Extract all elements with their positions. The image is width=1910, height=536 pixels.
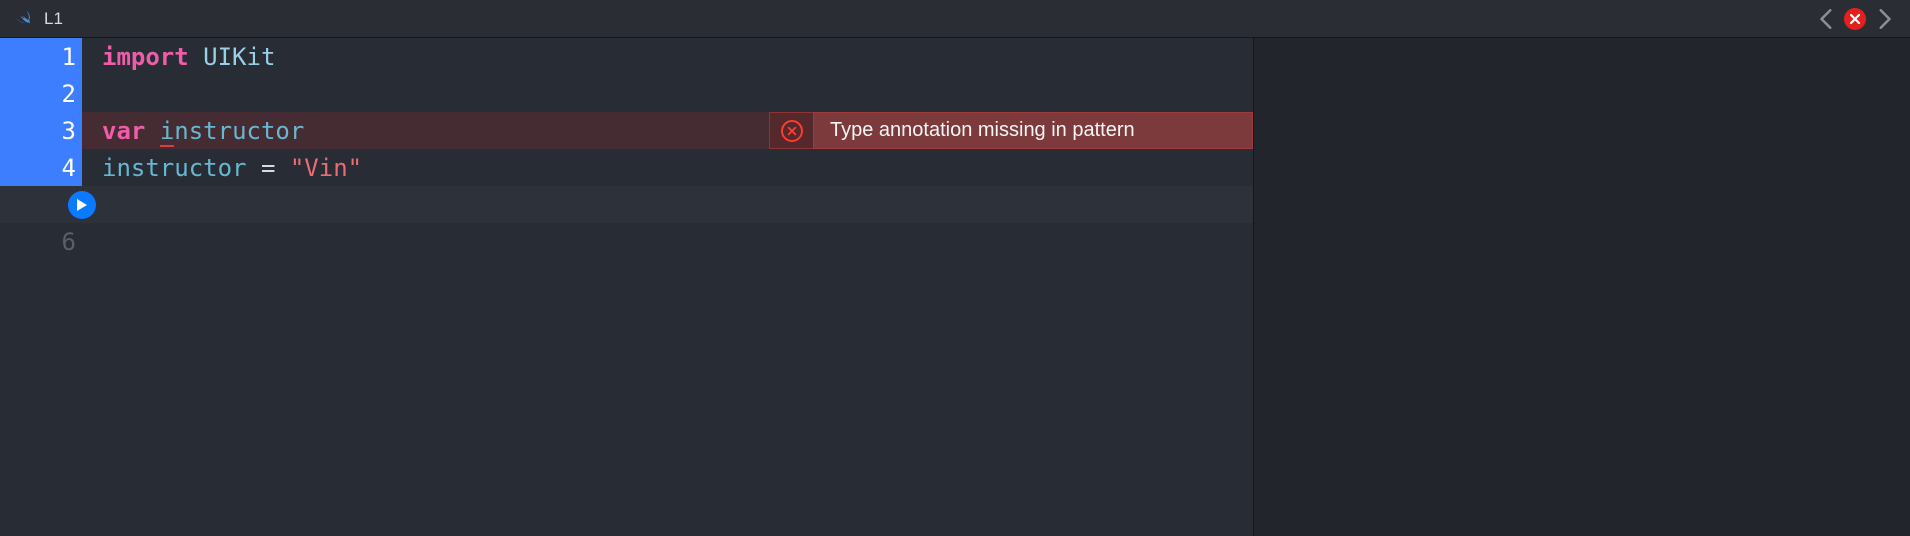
gutter: 1234 6 <box>0 38 82 536</box>
line-number[interactable]: 3 <box>0 112 82 149</box>
code-line[interactable]: import UIKit <box>102 38 1253 75</box>
nav-controls <box>1812 5 1898 33</box>
nav-back-button[interactable] <box>1812 5 1840 33</box>
code-area[interactable]: import UIKitvar instructorinstructor = "… <box>102 38 1253 260</box>
error-circle-icon <box>781 120 803 142</box>
play-icon <box>76 198 88 212</box>
inline-error-message: Type annotation missing in pattern <box>830 119 1135 142</box>
gutter-run-row <box>0 186 82 223</box>
chevron-left-icon <box>1820 9 1833 29</box>
nav-forward-button[interactable] <box>1870 5 1898 33</box>
inline-error-text-box: Type annotation missing in pattern <box>813 112 1253 149</box>
breadcrumb-bar: L1 <box>0 0 1910 38</box>
code-line[interactable] <box>102 75 1253 112</box>
line-number[interactable]: 4 <box>0 149 82 186</box>
code-line[interactable] <box>102 223 1253 260</box>
code-line[interactable] <box>102 186 1253 223</box>
line-number[interactable]: 6 <box>0 223 82 260</box>
inline-error-icon-box <box>769 112 813 149</box>
error-status-badge[interactable] <box>1844 8 1866 30</box>
main-area: 1234 6 import UIKitvar instructorinstruc… <box>0 38 1910 536</box>
code-editor[interactable]: 1234 6 import UIKitvar instructorinstruc… <box>0 38 1254 536</box>
swift-icon <box>12 8 34 30</box>
chevron-right-icon <box>1878 9 1891 29</box>
line-number[interactable]: 1 <box>0 38 82 75</box>
run-button[interactable] <box>68 191 96 219</box>
breadcrumb[interactable]: L1 <box>12 8 63 30</box>
breadcrumb-label: L1 <box>44 9 63 29</box>
inline-error-banner[interactable]: Type annotation missing in pattern <box>769 112 1253 149</box>
line-number[interactable]: 2 <box>0 75 82 112</box>
code-line[interactable]: instructor = "Vin" <box>102 149 1253 186</box>
results-sidebar <box>1254 38 1910 536</box>
error-icon <box>1849 13 1861 25</box>
